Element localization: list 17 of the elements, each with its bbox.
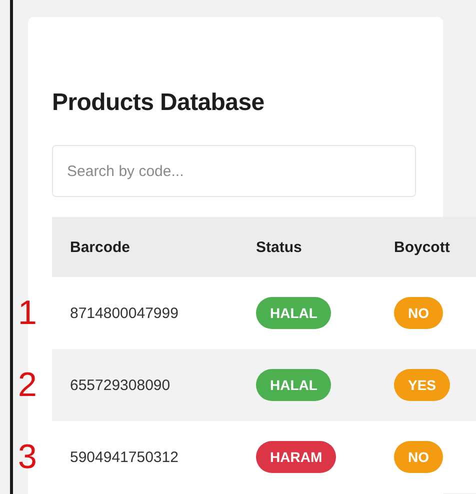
barcode-text: 5904941750312 [70,448,178,466]
column-header: Barcode [69,238,130,256]
column-header: Status [255,238,302,256]
status-badge: HARAM [256,441,336,473]
barcode-text: 8714800047999 [70,304,178,322]
status-badge: HALAL [256,297,332,329]
column-header: Boycott [393,238,450,256]
barcode-text: 655729308090 [70,376,170,394]
boycott-badge: NO [394,297,443,329]
boycott-badge: YES [394,369,450,401]
search-field[interactable]: Search by code... [52,145,416,197]
page-title: Products Database [52,89,264,117]
status-badge: HALAL [256,369,332,401]
row-annotation: 3 [18,440,37,474]
row-annotation: 2 [18,368,37,402]
row-annotation: 1 [18,296,37,330]
boycott-badge: NO [394,441,443,473]
